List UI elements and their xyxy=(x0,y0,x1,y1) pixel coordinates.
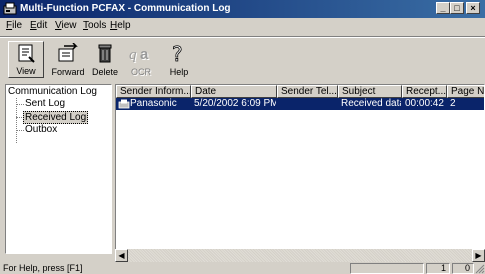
status-panel-b: 0 xyxy=(452,263,474,274)
delete-button-label: Delete xyxy=(91,67,118,77)
delete-button[interactable]: Delete xyxy=(90,41,120,78)
svg-text:a: a xyxy=(140,46,149,63)
menu-bar: File Edit View Tools Help xyxy=(0,19,485,34)
menu-help[interactable]: Help xyxy=(110,20,131,31)
menu-edit[interactable]: Edit xyxy=(30,20,47,31)
forward-button-label: Forward xyxy=(51,67,85,77)
view-button-label: View xyxy=(16,66,36,76)
question-mark-icon: ? xyxy=(172,43,183,63)
folder-tree[interactable]: Communication Log Sent Log Received Log … xyxy=(5,84,112,254)
svg-text:?: ? xyxy=(172,43,183,63)
view-button[interactable]: View xyxy=(8,41,44,78)
resize-grip-icon[interactable] xyxy=(475,264,485,274)
ocr-button[interactable]: q a OCR xyxy=(123,41,159,78)
menu-view[interactable]: View xyxy=(55,20,77,31)
maximize-button[interactable]: □ xyxy=(450,2,464,14)
column-header-sender-tel[interactable]: Sender Tel... xyxy=(277,85,338,98)
tree-connector xyxy=(16,130,24,131)
tree-root[interactable]: Communication Log xyxy=(8,86,97,97)
scroll-track[interactable] xyxy=(128,249,472,262)
tree-connector xyxy=(16,104,24,105)
status-panel-empty xyxy=(350,263,424,274)
table-row[interactable]: Panasonic 5/20/2002 6:09 PM Received dat… xyxy=(116,98,484,110)
tree-item-outbox[interactable]: Outbox xyxy=(25,124,57,135)
title-bar[interactable]: Multi-Function PCFAX - Communication Log… xyxy=(0,0,485,18)
column-header-date[interactable]: Date xyxy=(191,85,277,98)
toolbar-separator xyxy=(0,36,485,38)
forward-icon xyxy=(58,43,78,62)
tree-item-sent-log[interactable]: Sent Log xyxy=(25,98,65,109)
menu-file[interactable]: File xyxy=(6,20,22,31)
menu-tools[interactable]: Tools xyxy=(83,20,106,31)
cell-reception: 00:00:42 xyxy=(405,98,444,109)
help-button[interactable]: ? Help xyxy=(163,41,195,78)
fax-document-icon xyxy=(118,99,130,109)
cell-date: 5/20/2002 6:09 PM xyxy=(194,98,276,109)
status-text: For Help, press [F1] xyxy=(3,263,83,273)
cell-pages: 2 xyxy=(450,98,456,109)
forward-button[interactable]: Forward xyxy=(48,41,88,78)
column-header-sender[interactable]: Sender Inform... xyxy=(116,85,191,98)
tree-item-received-log[interactable]: Received Log xyxy=(23,111,89,124)
close-button[interactable]: × xyxy=(466,2,480,14)
svg-text:q: q xyxy=(129,47,137,63)
cell-sender: Panasonic xyxy=(130,98,177,109)
column-header-subject[interactable]: Subject xyxy=(338,85,402,98)
scroll-left-button[interactable]: ◀ xyxy=(115,249,128,262)
column-header-reception[interactable]: Recept... xyxy=(402,85,447,98)
status-bar: For Help, press [F1] 1 0 xyxy=(0,263,485,274)
scroll-right-button[interactable]: ▶ xyxy=(472,249,485,262)
horizontal-scrollbar[interactable]: ◀ ▶ xyxy=(115,249,485,262)
ocr-button-label: OCR xyxy=(131,67,151,77)
status-panel-a: 1 xyxy=(426,263,450,274)
column-header-pages[interactable]: Page Nu xyxy=(447,85,484,98)
help-button-label: Help xyxy=(169,67,189,77)
trash-icon xyxy=(98,44,112,63)
ocr-icon: q a xyxy=(129,46,149,63)
minimize-button[interactable]: _ xyxy=(436,2,450,14)
view-icon xyxy=(18,44,35,63)
window-title: Multi-Function PCFAX - Communication Log xyxy=(20,3,231,14)
fax-app-icon xyxy=(3,2,17,15)
log-list[interactable]: Sender Inform... Date Sender Tel... Subj… xyxy=(115,84,485,262)
cell-subject: Received data xyxy=(341,98,401,109)
